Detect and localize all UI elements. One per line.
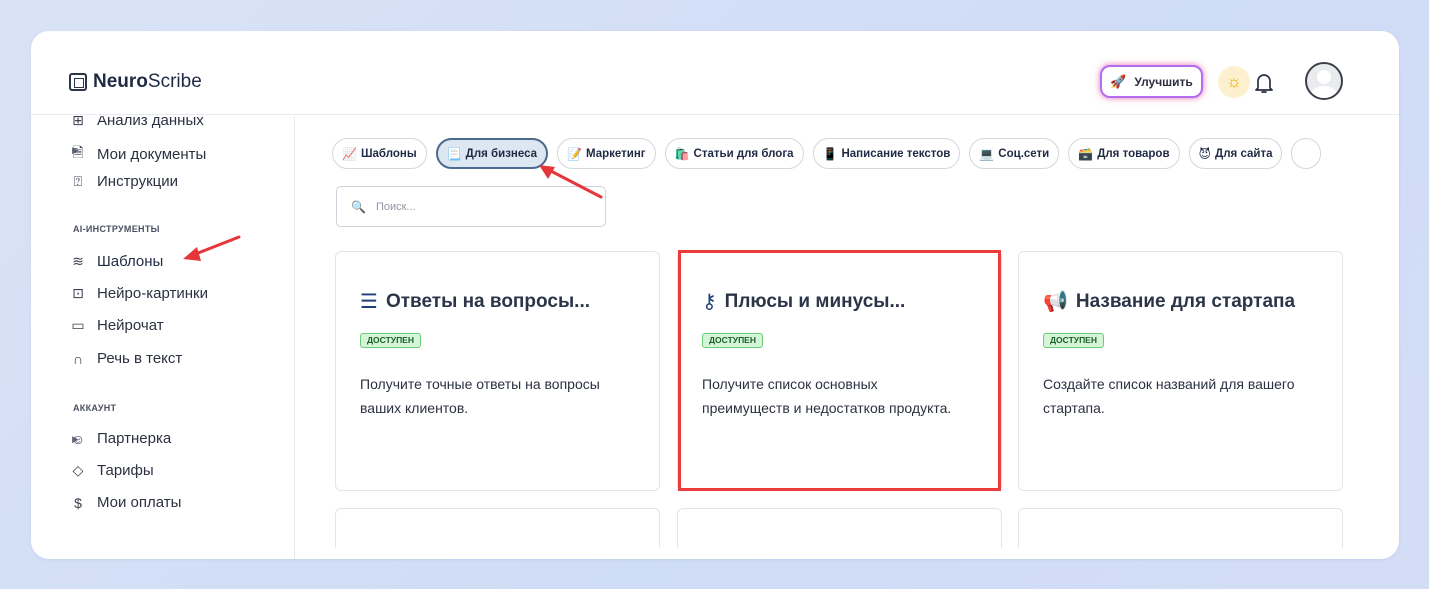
template-card[interactable]: ☰ Ответы на вопросы... ДОСТУПЕН Получите…	[335, 251, 660, 491]
tag-icon: ◇	[72, 462, 84, 478]
sidebar-item-data-analysis[interactable]: ⊞ Анализ данных	[69, 116, 204, 129]
search-icon: 🔍	[351, 199, 366, 214]
card-description: Получите точные ответы на вопросы ваших …	[360, 376, 600, 416]
logo-rest: Scribe	[147, 71, 202, 92]
card-description: Создайте список названий для вашего стар…	[1043, 376, 1295, 416]
tab-more[interactable]	[1291, 138, 1322, 169]
sidebar-item-label: Речь в текст	[97, 350, 183, 367]
sidebar-item-label: Партнерка	[97, 430, 172, 447]
app-window: NeuroScribe 🚀 Улучшить ☼ ⊞ Анализ данных…	[31, 31, 1399, 559]
tab-for-products[interactable]: 🗃️ Для товаров	[1068, 138, 1180, 169]
sidebar: ⊞ Анализ данных ▶ 🗎 Мои документы ⍰ Инст…	[31, 116, 295, 559]
headphones-icon: ∩	[72, 350, 84, 367]
sidebar-item-speech-to-text[interactable]: ∩ Речь в текст	[69, 350, 182, 367]
rocket-icon: 🚀	[1110, 73, 1127, 89]
status-badge: ДОСТУПЕН	[1043, 333, 1104, 348]
memo-icon: 📝	[567, 146, 582, 161]
tab-for-website[interactable]: 😈 Для сайта	[1188, 138, 1283, 169]
upgrade-button[interactable]: 🚀 Улучшить	[1100, 65, 1203, 98]
section-ai-tools: AI-ИНСТРУМЕНТЫ	[73, 224, 160, 234]
tab-social-media[interactable]: 💻 Соц.сети	[969, 138, 1060, 169]
tab-templates[interactable]: 📈 Шаблоны	[332, 138, 427, 169]
megaphone-icon: 📢	[1043, 291, 1068, 313]
users-icon: ☺	[70, 430, 86, 447]
template-card[interactable]	[1018, 508, 1343, 548]
chat-icon: ▭	[71, 317, 85, 333]
grid-icon: ⊞	[72, 116, 84, 128]
sidebar-item-label: Мои документы	[97, 145, 207, 163]
upgrade-label: Улучшить	[1134, 74, 1193, 89]
sidebar-item-label: Нейрочат	[97, 317, 164, 334]
list-icon: ☰	[360, 291, 378, 313]
section-account: АККАУНТ	[73, 403, 117, 413]
template-card[interactable]	[335, 508, 660, 548]
logo-icon	[69, 73, 87, 91]
dollar-icon: $	[74, 494, 82, 511]
layers-icon: ≋	[72, 253, 84, 269]
bell-icon[interactable]	[1253, 71, 1275, 95]
sidebar-item-tariffs[interactable]: ◇ Тарифы	[69, 462, 154, 479]
logo[interactable]: NeuroScribe	[69, 71, 202, 93]
sidebar-item-neuro-images[interactable]: ⊡ Нейро-картинки	[69, 285, 208, 302]
chart-icon: 📈	[342, 146, 357, 161]
laptop-icon: 💻	[979, 146, 995, 161]
image-icon: ⊡	[72, 285, 84, 301]
sidebar-item-label: Тарифы	[97, 462, 154, 479]
tab-marketing[interactable]: 📝 Маркетинг	[557, 138, 656, 169]
template-card[interactable]	[677, 508, 1002, 548]
sidebar-item-my-payments[interactable]: $ Мои оплаты	[69, 494, 181, 511]
tab-for-business[interactable]: 📃 Для бизнеса	[435, 138, 549, 169]
theme-toggle-sun-icon[interactable]: ☼	[1218, 66, 1250, 98]
category-tabs: 📈 Шаблоны 📃 Для бизнеса 📝 Маркетинг 🛍️ Стать…	[332, 138, 1322, 169]
shopping-bags-icon: 🛍️	[674, 146, 690, 161]
top-header: NeuroScribe 🚀 Улучшить ☼	[31, 31, 1399, 115]
highlight-box	[678, 250, 1001, 491]
sidebar-item-instructions[interactable]: ⍰ Инструкции	[69, 173, 178, 190]
sidebar-item-my-documents[interactable]: 🗎 Мои документы	[69, 142, 206, 166]
tab-copywriting[interactable]: 📱 Написание текстов	[812, 138, 961, 169]
logo-bold: Neuro	[93, 71, 148, 92]
sidebar-item-label: Нейро-картинки	[97, 285, 208, 302]
sidebar-item-label: Анализ данных	[97, 116, 204, 129]
card-title: Название для стартапа	[1075, 290, 1296, 312]
phone-icon: 📱	[822, 146, 838, 161]
tab-blog-articles[interactable]: 🛍️ Статьи для блога	[664, 138, 804, 169]
avatar[interactable]	[1305, 62, 1343, 100]
sidebar-item-label: Мои оплаты	[97, 494, 182, 511]
help-circle-icon: ⍰	[73, 173, 83, 189]
devil-icon: 😈	[1198, 146, 1212, 161]
template-card[interactable]: 📢 Название для стартапа ДОСТУПЕН Создайт…	[1018, 251, 1343, 491]
status-badge: ДОСТУПЕН	[360, 333, 421, 348]
sidebar-item-partner[interactable]: ☺ Партнерка	[69, 430, 171, 447]
search-box: 🔍	[336, 186, 606, 227]
document-icon: 🗎	[72, 144, 84, 160]
page-icon: 📃	[446, 146, 462, 161]
sidebar-item-templates[interactable]: ≋ Шаблоны	[69, 253, 163, 270]
sidebar-item-label: Шаблоны	[97, 253, 164, 270]
card-box-icon: 🗃️	[1078, 146, 1094, 161]
sidebar-item-label: Инструкции	[97, 173, 179, 190]
sidebar-item-neurochat[interactable]: ▭ Нейрочат	[69, 317, 164, 334]
card-title: Ответы на вопросы...	[385, 290, 591, 312]
search-input[interactable]	[375, 200, 586, 213]
